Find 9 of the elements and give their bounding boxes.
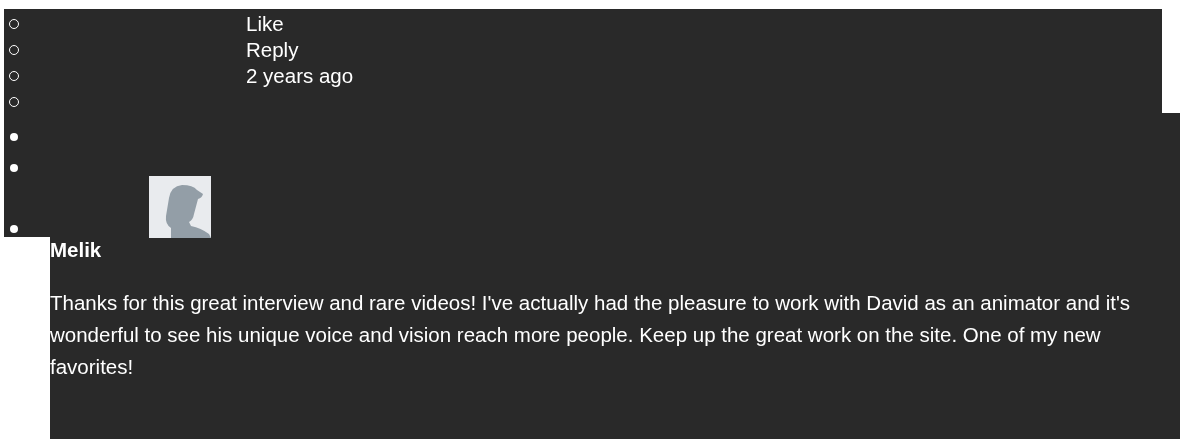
avatar-silhouette-icon	[149, 176, 211, 238]
action-link[interactable]: Like	[246, 13, 284, 35]
comment-text: Thanks for this great interview and rare videos! I've actually had the pleasure to work with David as an animator and it's wonderful to see his unique voice and vision reach more people. Keep up the great work on the site. One of my new favorites!	[50, 290, 1132, 380]
author-name: Melik	[50, 241, 103, 259]
bullet-icon	[10, 163, 18, 172]
action-link[interactable]: Reply	[246, 39, 299, 61]
action-link[interactable]: 2 years ago	[246, 65, 354, 87]
bullet-icon	[10, 132, 18, 141]
bullet-icon	[10, 225, 18, 233]
